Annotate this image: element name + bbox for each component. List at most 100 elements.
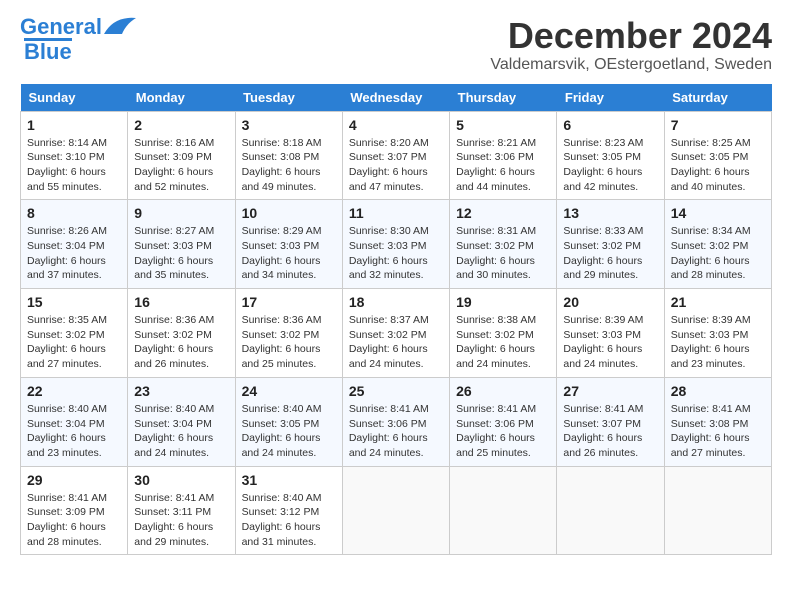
daylight-text: Daylight: 6 hours and 32 minutes. — [349, 254, 443, 283]
daylight-text: Daylight: 6 hours and 24 minutes. — [349, 342, 443, 371]
sunset-text: Sunset: 3:10 PM — [27, 150, 121, 165]
calendar-cell: 19 Sunrise: 8:38 AM Sunset: 3:02 PM Dayl… — [450, 289, 557, 378]
sunset-text: Sunset: 3:04 PM — [27, 417, 121, 432]
sunset-text: Sunset: 3:02 PM — [134, 328, 228, 343]
sunrise-text: Sunrise: 8:26 AM — [27, 224, 121, 239]
sunset-text: Sunset: 3:05 PM — [242, 417, 336, 432]
day-number: 30 — [134, 472, 228, 488]
day-info: Sunrise: 8:38 AM Sunset: 3:02 PM Dayligh… — [456, 313, 550, 372]
calendar-cell: 27 Sunrise: 8:41 AM Sunset: 3:07 PM Dayl… — [557, 377, 664, 466]
day-number: 6 — [563, 117, 657, 133]
day-info: Sunrise: 8:41 AM Sunset: 3:06 PM Dayligh… — [349, 402, 443, 461]
calendar-week-row: 22 Sunrise: 8:40 AM Sunset: 3:04 PM Dayl… — [21, 377, 772, 466]
daylight-text: Daylight: 6 hours and 31 minutes. — [242, 520, 336, 549]
day-number: 29 — [27, 472, 121, 488]
logo-blue: Blue — [24, 38, 72, 63]
column-header-friday: Friday — [557, 84, 664, 112]
sunset-text: Sunset: 3:02 PM — [27, 328, 121, 343]
calendar-cell: 1 Sunrise: 8:14 AM Sunset: 3:10 PM Dayli… — [21, 111, 128, 200]
daylight-text: Daylight: 6 hours and 26 minutes. — [134, 342, 228, 371]
calendar-week-row: 1 Sunrise: 8:14 AM Sunset: 3:10 PM Dayli… — [21, 111, 772, 200]
sunrise-text: Sunrise: 8:41 AM — [456, 402, 550, 417]
sunset-text: Sunset: 3:06 PM — [456, 417, 550, 432]
calendar-cell: 26 Sunrise: 8:41 AM Sunset: 3:06 PM Dayl… — [450, 377, 557, 466]
day-info: Sunrise: 8:25 AM Sunset: 3:05 PM Dayligh… — [671, 136, 765, 195]
day-number: 16 — [134, 294, 228, 310]
daylight-text: Daylight: 6 hours and 29 minutes. — [563, 254, 657, 283]
sunrise-text: Sunrise: 8:40 AM — [242, 402, 336, 417]
daylight-text: Daylight: 6 hours and 44 minutes. — [456, 165, 550, 194]
day-info: Sunrise: 8:40 AM Sunset: 3:12 PM Dayligh… — [242, 491, 336, 550]
logo: General Blue — [20, 16, 136, 63]
sunrise-text: Sunrise: 8:37 AM — [349, 313, 443, 328]
sunrise-text: Sunrise: 8:40 AM — [242, 491, 336, 506]
day-number: 25 — [349, 383, 443, 399]
calendar-cell: 28 Sunrise: 8:41 AM Sunset: 3:08 PM Dayl… — [664, 377, 771, 466]
calendar-cell: 25 Sunrise: 8:41 AM Sunset: 3:06 PM Dayl… — [342, 377, 449, 466]
day-number: 20 — [563, 294, 657, 310]
day-number: 23 — [134, 383, 228, 399]
calendar-week-row: 15 Sunrise: 8:35 AM Sunset: 3:02 PM Dayl… — [21, 289, 772, 378]
day-info: Sunrise: 8:14 AM Sunset: 3:10 PM Dayligh… — [27, 136, 121, 195]
daylight-text: Daylight: 6 hours and 52 minutes. — [134, 165, 228, 194]
sunrise-text: Sunrise: 8:20 AM — [349, 136, 443, 151]
day-info: Sunrise: 8:33 AM Sunset: 3:02 PM Dayligh… — [563, 224, 657, 283]
sunrise-text: Sunrise: 8:21 AM — [456, 136, 550, 151]
calendar-cell: 4 Sunrise: 8:20 AM Sunset: 3:07 PM Dayli… — [342, 111, 449, 200]
sunrise-text: Sunrise: 8:29 AM — [242, 224, 336, 239]
daylight-text: Daylight: 6 hours and 27 minutes. — [671, 431, 765, 460]
daylight-text: Daylight: 6 hours and 25 minutes. — [456, 431, 550, 460]
daylight-text: Daylight: 6 hours and 30 minutes. — [456, 254, 550, 283]
day-info: Sunrise: 8:26 AM Sunset: 3:04 PM Dayligh… — [27, 224, 121, 283]
sunrise-text: Sunrise: 8:38 AM — [456, 313, 550, 328]
calendar-cell: 6 Sunrise: 8:23 AM Sunset: 3:05 PM Dayli… — [557, 111, 664, 200]
day-number: 4 — [349, 117, 443, 133]
daylight-text: Daylight: 6 hours and 24 minutes. — [349, 431, 443, 460]
calendar-cell: 14 Sunrise: 8:34 AM Sunset: 3:02 PM Dayl… — [664, 200, 771, 289]
calendar-cell: 17 Sunrise: 8:36 AM Sunset: 3:02 PM Dayl… — [235, 289, 342, 378]
day-number: 14 — [671, 205, 765, 221]
sunset-text: Sunset: 3:03 PM — [242, 239, 336, 254]
day-number: 27 — [563, 383, 657, 399]
daylight-text: Daylight: 6 hours and 28 minutes. — [671, 254, 765, 283]
day-number: 2 — [134, 117, 228, 133]
day-number: 12 — [456, 205, 550, 221]
calendar-cell: 16 Sunrise: 8:36 AM Sunset: 3:02 PM Dayl… — [128, 289, 235, 378]
daylight-text: Daylight: 6 hours and 24 minutes. — [134, 431, 228, 460]
daylight-text: Daylight: 6 hours and 23 minutes. — [671, 342, 765, 371]
day-number: 15 — [27, 294, 121, 310]
sunset-text: Sunset: 3:03 PM — [671, 328, 765, 343]
day-number: 9 — [134, 205, 228, 221]
calendar-cell — [342, 466, 449, 555]
daylight-text: Daylight: 6 hours and 29 minutes. — [134, 520, 228, 549]
calendar-table: SundayMondayTuesdayWednesdayThursdayFrid… — [20, 84, 772, 556]
sunrise-text: Sunrise: 8:30 AM — [349, 224, 443, 239]
sunrise-text: Sunrise: 8:35 AM — [27, 313, 121, 328]
daylight-text: Daylight: 6 hours and 37 minutes. — [27, 254, 121, 283]
sunrise-text: Sunrise: 8:14 AM — [27, 136, 121, 151]
calendar-cell: 5 Sunrise: 8:21 AM Sunset: 3:06 PM Dayli… — [450, 111, 557, 200]
calendar-cell: 15 Sunrise: 8:35 AM Sunset: 3:02 PM Dayl… — [21, 289, 128, 378]
sunrise-text: Sunrise: 8:39 AM — [563, 313, 657, 328]
column-header-tuesday: Tuesday — [235, 84, 342, 112]
sunrise-text: Sunrise: 8:31 AM — [456, 224, 550, 239]
sunset-text: Sunset: 3:11 PM — [134, 505, 228, 520]
daylight-text: Daylight: 6 hours and 26 minutes. — [563, 431, 657, 460]
day-info: Sunrise: 8:21 AM Sunset: 3:06 PM Dayligh… — [456, 136, 550, 195]
column-header-monday: Monday — [128, 84, 235, 112]
sunset-text: Sunset: 3:09 PM — [134, 150, 228, 165]
sunset-text: Sunset: 3:02 PM — [671, 239, 765, 254]
calendar-cell: 22 Sunrise: 8:40 AM Sunset: 3:04 PM Dayl… — [21, 377, 128, 466]
day-info: Sunrise: 8:23 AM Sunset: 3:05 PM Dayligh… — [563, 136, 657, 195]
sunrise-text: Sunrise: 8:27 AM — [134, 224, 228, 239]
day-info: Sunrise: 8:27 AM Sunset: 3:03 PM Dayligh… — [134, 224, 228, 283]
day-info: Sunrise: 8:41 AM Sunset: 3:07 PM Dayligh… — [563, 402, 657, 461]
daylight-text: Daylight: 6 hours and 24 minutes. — [242, 431, 336, 460]
daylight-text: Daylight: 6 hours and 25 minutes. — [242, 342, 336, 371]
calendar-cell: 2 Sunrise: 8:16 AM Sunset: 3:09 PM Dayli… — [128, 111, 235, 200]
sunrise-text: Sunrise: 8:40 AM — [134, 402, 228, 417]
sunrise-text: Sunrise: 8:36 AM — [134, 313, 228, 328]
calendar-cell: 29 Sunrise: 8:41 AM Sunset: 3:09 PM Dayl… — [21, 466, 128, 555]
page-title: December 2024 — [490, 16, 772, 56]
calendar-cell: 13 Sunrise: 8:33 AM Sunset: 3:02 PM Dayl… — [557, 200, 664, 289]
